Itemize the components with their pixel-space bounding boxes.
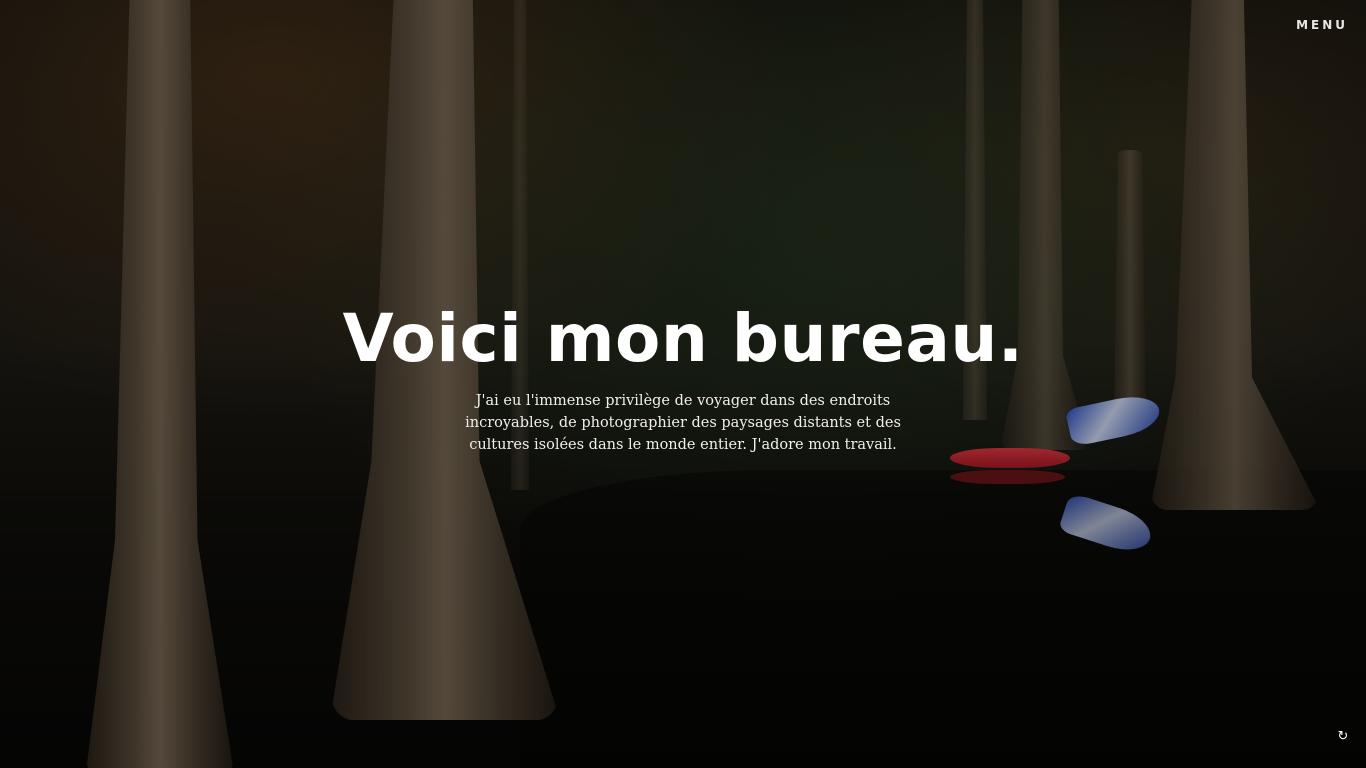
refresh-icon[interactable]: ↻ — [1336, 730, 1350, 744]
hero-tagline: J'ai eu l'immense privilège de voyager d… — [465, 393, 901, 453]
menu-button[interactable]: MENU — [1296, 18, 1348, 32]
hero-content: Voici mon bureau. J'ai eu l'immense priv… — [0, 300, 1366, 456]
hero-section: MENU Voici mon bureau. J'ai eu l'immense… — [0, 0, 1366, 768]
page-title: Voici mon bureau. — [342, 300, 1024, 377]
